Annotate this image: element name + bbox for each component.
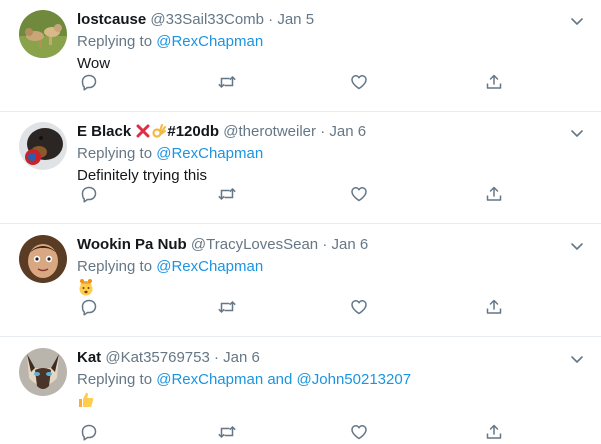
avatar[interactable] bbox=[19, 10, 67, 58]
mention-link[interactable]: @RexChapman bbox=[156, 258, 263, 275]
tweet-date[interactable]: Jan 6 bbox=[223, 349, 260, 366]
tweet-date[interactable]: Jan 5 bbox=[277, 11, 314, 28]
share-icon[interactable] bbox=[482, 70, 506, 94]
replying-to-label: Replying to bbox=[77, 258, 153, 275]
avatar[interactable] bbox=[19, 122, 67, 170]
replying-to: Replying to @RexChapman bbox=[77, 31, 561, 53]
retweet-icon[interactable] bbox=[215, 295, 239, 319]
retweet-icon[interactable] bbox=[215, 182, 239, 206]
reply-icon[interactable] bbox=[77, 295, 101, 319]
display-name[interactable]: Kat bbox=[77, 349, 101, 366]
user-handle[interactable]: @33Sail33Comb bbox=[150, 11, 264, 28]
display-name[interactable]: E Black #120db bbox=[77, 123, 219, 140]
thumbs-up-emoji bbox=[79, 392, 94, 407]
separator: · bbox=[322, 236, 328, 253]
replying-to: Replying to @RexChapman bbox=[77, 256, 561, 278]
reply-feed: lostcause @33Sail33Comb · Jan 5 Replying… bbox=[0, 0, 601, 443]
mention-link[interactable]: @John50213207 bbox=[297, 371, 412, 388]
cross-mark-icon bbox=[136, 124, 150, 138]
user-handle[interactable]: @therotweiler bbox=[223, 123, 316, 140]
chevron-down-icon[interactable] bbox=[570, 352, 584, 366]
replying-to-label: Replying to bbox=[77, 33, 153, 50]
user-handle[interactable]: @Kat35769753 bbox=[105, 349, 209, 366]
ok-hand-icon bbox=[152, 124, 167, 138]
user-handle[interactable]: @TracyLovesSean bbox=[191, 236, 318, 253]
share-icon[interactable] bbox=[482, 420, 506, 444]
mention-link[interactable]: @RexChapman bbox=[156, 33, 263, 50]
mention-link[interactable]: @RexChapman bbox=[156, 145, 263, 162]
tweet-text bbox=[77, 391, 561, 413]
display-name[interactable]: Wookin Pa Nub bbox=[77, 236, 187, 253]
reply-icon[interactable] bbox=[77, 420, 101, 444]
display-name-suffix: #120db bbox=[167, 123, 220, 140]
tweet-date[interactable]: Jan 6 bbox=[331, 236, 368, 253]
display-name-text: E Black bbox=[77, 123, 132, 140]
replying-to-label: Replying to bbox=[77, 371, 153, 388]
separator: · bbox=[268, 11, 274, 28]
like-icon[interactable] bbox=[347, 420, 371, 444]
tweet[interactable]: Wookin Pa Nub @TracyLovesSean · Jan 6 Re… bbox=[0, 225, 601, 337]
tweet[interactable]: E Black #120db @therotweiler · Jan 6 Rep… bbox=[0, 112, 601, 224]
tweet[interactable]: lostcause @33Sail33Comb · Jan 5 Replying… bbox=[0, 0, 601, 112]
replying-to: Replying to @RexChapman and @John5021320… bbox=[77, 369, 561, 391]
display-name[interactable]: lostcause bbox=[77, 11, 146, 28]
exploding-head-emoji bbox=[79, 279, 93, 296]
share-icon[interactable] bbox=[482, 182, 506, 206]
share-icon[interactable] bbox=[482, 295, 506, 319]
replying-joiner[interactable]: and bbox=[267, 371, 292, 388]
like-icon[interactable] bbox=[347, 295, 371, 319]
separator: · bbox=[214, 349, 219, 366]
tweet[interactable]: Kat @Kat35769753 · Jan 6 Replying to @Re… bbox=[0, 338, 601, 443]
tweet-actions bbox=[77, 295, 517, 319]
tweet-actions bbox=[77, 420, 517, 444]
like-icon[interactable] bbox=[347, 70, 371, 94]
chevron-down-icon[interactable] bbox=[570, 14, 584, 28]
tweet-actions bbox=[77, 182, 517, 206]
tweet-actions bbox=[77, 70, 517, 94]
reply-icon[interactable] bbox=[77, 182, 101, 206]
retweet-icon[interactable] bbox=[215, 420, 239, 444]
mention-link[interactable]: @RexChapman bbox=[156, 371, 263, 388]
chevron-down-icon[interactable] bbox=[570, 239, 584, 253]
avatar[interactable] bbox=[19, 348, 67, 396]
reply-icon[interactable] bbox=[77, 70, 101, 94]
replying-to: Replying to @RexChapman bbox=[77, 143, 561, 165]
separator: · bbox=[320, 123, 326, 140]
avatar[interactable] bbox=[19, 235, 67, 283]
retweet-icon[interactable] bbox=[215, 70, 239, 94]
chevron-down-icon[interactable] bbox=[570, 126, 584, 140]
tweet-date[interactable]: Jan 6 bbox=[329, 123, 366, 140]
replying-to-label: Replying to bbox=[77, 145, 153, 162]
like-icon[interactable] bbox=[347, 182, 371, 206]
